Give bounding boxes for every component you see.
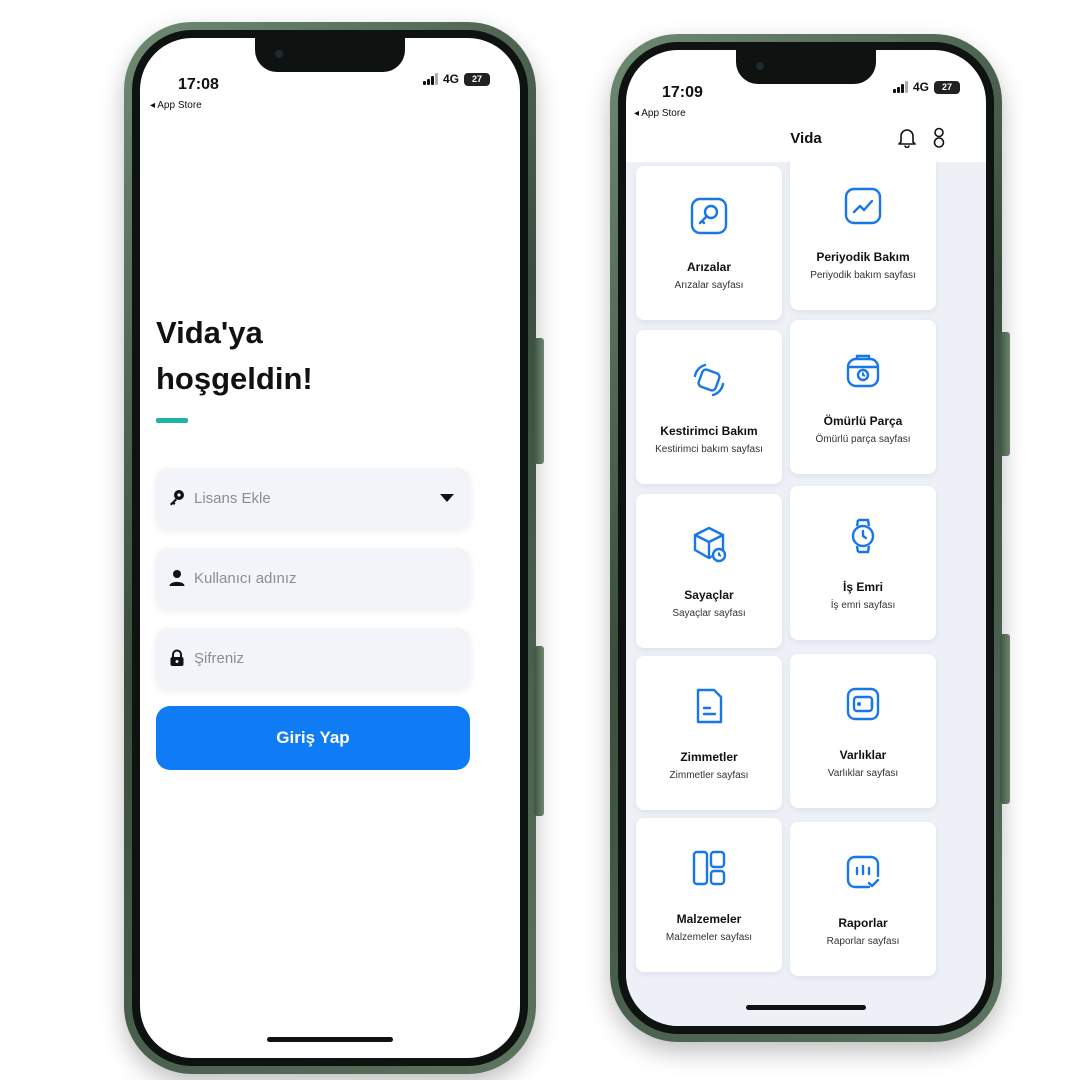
card-subtitle: Raporlar sayfası [826, 936, 900, 947]
back-to-app-store[interactable]: ◂ App Store [150, 100, 202, 111]
card-subtitle: Arızalar sayfası [674, 280, 744, 291]
lock-icon [168, 649, 186, 667]
signal-icon [422, 73, 438, 85]
rotate-icon [693, 363, 725, 397]
home-indicator[interactable] [267, 1037, 393, 1042]
card-is-emri[interactable]: İş Emri İş emri sayfası [790, 486, 936, 640]
network-label: 4G [442, 72, 459, 86]
side-button-lower [1000, 634, 1010, 804]
network-label: 4G [912, 80, 929, 94]
chart-line-icon [844, 187, 882, 225]
notch [255, 38, 405, 72]
bag-timer-icon [846, 354, 880, 388]
card-subtitle: Malzemeler sayfası [665, 932, 753, 943]
card-kestirimci-bakim[interactable]: Kestirimci Bakım Kestirimci bakım sayfas… [636, 330, 782, 484]
card-omurlu-parca[interactable]: Ömürlü Parça Ömürlü parça sayfası [790, 320, 936, 474]
card-periyodik-bakim[interactable]: Periyodik Bakım Periyodik bakım sayfası [790, 156, 936, 310]
side-button-lower [534, 646, 544, 816]
card-sayaclar[interactable]: Sayaçlar Sayaçlar sayfası [636, 494, 782, 648]
card-zimmetler[interactable]: Zimmetler Zimmetler sayfası [636, 656, 782, 810]
box-clock-icon [693, 526, 727, 563]
wallet-icon [846, 687, 880, 721]
password-placeholder: Şifreniz [194, 649, 245, 667]
card-title: Sayaçlar [684, 588, 734, 602]
user-icon[interactable] [928, 126, 950, 148]
battery-icon: 27 [464, 72, 490, 86]
key-icon [168, 489, 186, 507]
username-placeholder: Kullanıcı adınız [194, 569, 297, 587]
login-phone: 17:08 ◂ App Store 4G 27 Vida'ya hoşgeldi… [124, 22, 544, 1074]
status-time: 17:08 [178, 76, 219, 93]
card-subtitle: Zimmetler sayfası [669, 770, 749, 781]
status-time: 17:09 [662, 84, 703, 101]
side-button [1000, 332, 1010, 456]
login-button[interactable]: Giriş Yap [156, 706, 470, 770]
back-to-app-store[interactable]: ◂ App Store [634, 108, 686, 119]
license-select[interactable]: Lisans Ekle [156, 468, 470, 528]
status-indicators: 4G 27 [892, 80, 960, 94]
card-title: Varlıklar [839, 748, 887, 762]
document-icon [696, 688, 723, 724]
license-placeholder: Lisans Ekle [194, 489, 271, 507]
welcome-line-2: hoşgeldin! [156, 361, 313, 396]
report-check-icon [846, 855, 880, 889]
bell-icon[interactable] [896, 126, 918, 149]
card-title: Periyodik Bakım [816, 250, 910, 264]
watch-icon [851, 518, 875, 554]
accent-bar [156, 418, 188, 423]
user-icon [168, 569, 186, 587]
card-title: Raporlar [838, 916, 888, 930]
card-title: Ömürlü Parça [823, 414, 903, 428]
card-title: Malzemeler [676, 912, 742, 926]
signal-icon [892, 81, 908, 93]
card-subtitle: Sayaçlar sayfası [672, 608, 746, 619]
battery-icon: 27 [934, 80, 960, 94]
welcome-title: Vida'ya hoşgeldin! [156, 310, 406, 402]
card-arizalar[interactable]: Arızalar Arızalar sayfası [636, 166, 782, 320]
welcome-line-1: Vida'ya [156, 315, 263, 350]
card-subtitle: Ömürlü parça sayfası [815, 434, 911, 445]
card-title: İş Emri [842, 580, 884, 594]
card-title: Zimmetler [680, 750, 738, 764]
layout-icon [692, 850, 726, 886]
chevron-down-icon [440, 494, 454, 502]
card-subtitle: Kestirimci bakım sayfası [655, 444, 763, 455]
login-screen: 17:08 ◂ App Store 4G 27 Vida'ya hoşgeldi… [140, 38, 520, 1058]
menu-phone: 17:09 ◂ App Store 4G 27 Vida Arızalar Ar… [610, 34, 1010, 1042]
side-button [534, 338, 544, 464]
card-subtitle: İş emri sayfası [830, 600, 896, 611]
menu-screen: 17:09 ◂ App Store 4G 27 Vida Arızalar Ar… [626, 50, 986, 1026]
status-indicators: 4G 27 [422, 72, 490, 86]
card-subtitle: Periyodik bakım sayfası [810, 270, 916, 281]
card-varliklar[interactable]: Varlıklar Varlıklar sayfası [790, 654, 936, 808]
key-icon [690, 197, 728, 235]
card-title: Kestirimci Bakım [660, 424, 758, 438]
notch [736, 50, 876, 84]
username-field[interactable]: Kullanıcı adınız [156, 548, 470, 608]
card-title: Arızalar [686, 260, 732, 274]
home-indicator[interactable] [746, 1005, 866, 1010]
password-field[interactable]: Şifreniz [156, 628, 470, 688]
card-malzemeler[interactable]: Malzemeler Malzemeler sayfası [636, 818, 782, 972]
card-subtitle: Varlıklar sayfası [827, 768, 899, 779]
card-raporlar[interactable]: Raporlar Raporlar sayfası [790, 822, 936, 976]
